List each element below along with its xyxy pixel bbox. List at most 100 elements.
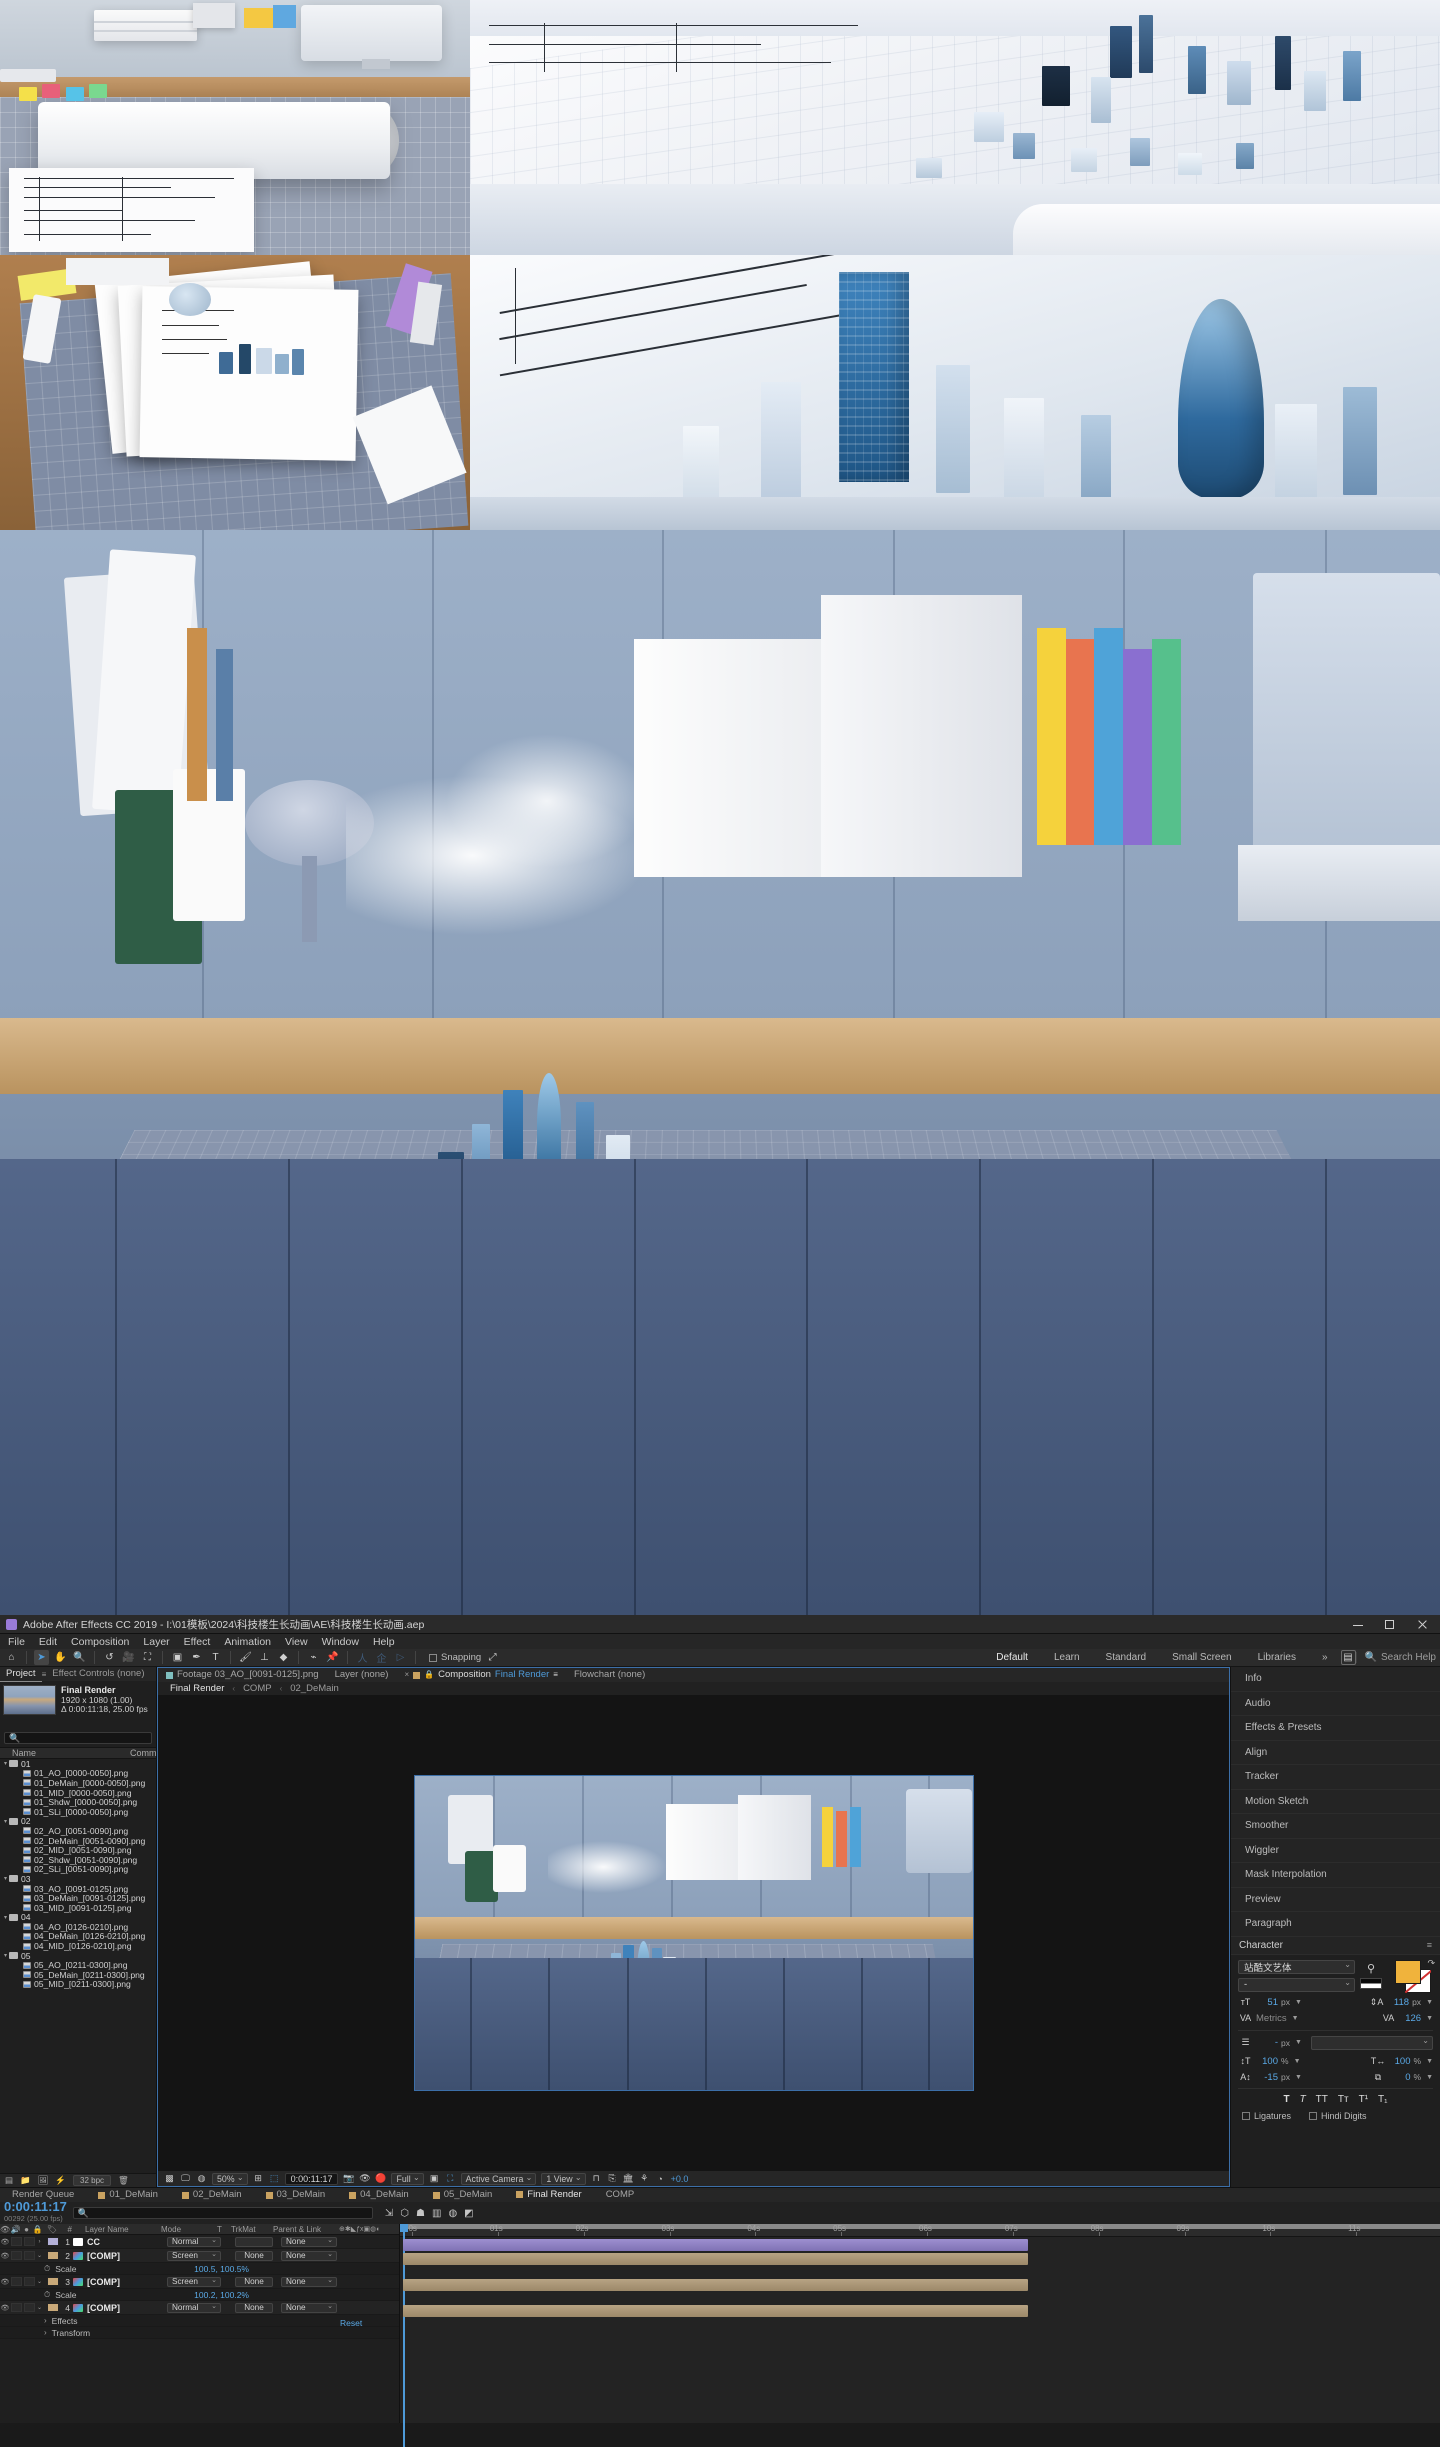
search-help[interactable]: 🔍 Search Help [1355, 1652, 1436, 1663]
timeline-tab-05-demain[interactable]: 05_DeMain [421, 2188, 505, 2202]
snapping-checkbox[interactable] [429, 1653, 437, 1662]
table-row[interactable]: 👁 ⌄ 3 [COMP] Screen None None [0, 2275, 399, 2289]
menu-item-effect[interactable]: Effect [184, 1636, 211, 1648]
solo-toggle-cell[interactable] [24, 2303, 35, 2312]
home-icon[interactable]: ⌂ [4, 1650, 19, 1665]
hindi-digits-checkbox[interactable]: Hindi Digits [1309, 2111, 1367, 2121]
project-footage-row[interactable]: 02_AO_[0051-0090].png [0, 1826, 156, 1836]
layer-bar[interactable] [403, 2305, 1028, 2317]
frame-blending-icon[interactable]: ▥ [432, 2208, 441, 2219]
twirl-icon[interactable]: ⌄ [36, 2252, 43, 2259]
menu-item-window[interactable]: Window [322, 1636, 359, 1648]
project-footage-row[interactable]: 02_DeMain_[0051-0090].png [0, 1836, 156, 1846]
workspace-tab-small-screen[interactable]: Small Screen [1159, 1649, 1244, 1667]
project-footage-row[interactable]: 05_DeMain_[0211-0300].png [0, 1970, 156, 1980]
grid-guides-icon[interactable]: ⊞ [253, 2173, 264, 2184]
dock-panel-preview[interactable]: Preview [1231, 1887, 1440, 1912]
menu-item-layer[interactable]: Layer [143, 1636, 169, 1648]
timeline-tab-comp[interactable]: COMP [594, 2188, 647, 2202]
dock-panel-smoother[interactable]: Smoother [1231, 1814, 1440, 1839]
timeline-tab-01-demain[interactable]: 01_DeMain [86, 2188, 170, 2202]
project-footage-row[interactable]: 02_SLi_[0051-0090].png [0, 1864, 156, 1874]
timeline-link-icon[interactable]: ⎘ [607, 2173, 618, 2184]
workspace-tab-default[interactable]: Default [983, 1649, 1041, 1667]
twirl-icon[interactable]: ▾ [2, 1875, 9, 1882]
resolution-select[interactable]: Full [391, 2172, 424, 2185]
show-snapshot-icon[interactable]: 👁 [359, 2173, 370, 2184]
label-color-swatch[interactable] [47, 2277, 59, 2286]
column-layer-name[interactable]: Layer Name [75, 2225, 161, 2234]
workspace-tab-standard[interactable]: Standard [1093, 1649, 1160, 1667]
type-tool[interactable]: T [208, 1650, 223, 1665]
bit-depth-button[interactable]: 32 bpc [73, 2175, 112, 2186]
parent-link-select[interactable]: None [281, 2236, 337, 2247]
blend-mode-select[interactable]: Screen [167, 2276, 221, 2287]
tab-project[interactable]: Project [0, 1667, 42, 1682]
audio-toggle-cell[interactable] [11, 2303, 22, 2312]
region-of-interest-icon[interactable]: ⬚ [269, 2173, 280, 2184]
eyedropper-icon[interactable]: ⚲ [1367, 1962, 1375, 1975]
transparency-grid-icon[interactable]: ▣ [429, 2173, 440, 2184]
dock-panel-info[interactable]: Info [1231, 1667, 1440, 1692]
project-folder-row[interactable]: ▾ 05 [0, 1951, 156, 1961]
fill-color-swatch[interactable] [1395, 1959, 1421, 1984]
mask-icon[interactable]: ◍ [196, 2173, 207, 2184]
twirl-icon[interactable]: ⌄ [36, 2278, 43, 2285]
tab-footage[interactable]: Footage 03_AO_[0091-0125].png [158, 1668, 327, 1682]
puppet-overlap-icon[interactable]: ▷ [393, 1650, 408, 1665]
project-footage-row[interactable]: 01_DeMain_[0000-0050].png [0, 1778, 156, 1788]
project-footage-row[interactable]: 03_MID_[0091-0125].png [0, 1903, 156, 1913]
snapping-toggle[interactable]: Snapping [429, 1652, 481, 1663]
italic-button[interactable]: T [1300, 2094, 1306, 2105]
small-caps-button[interactable]: Tт [1338, 2094, 1349, 2105]
timeline-search-input[interactable]: 🔍 [72, 2207, 373, 2219]
project-footage-row[interactable]: 05_AO_[0211-0300].png [0, 1960, 156, 1970]
timeline-current-time[interactable]: 0:00:11:17 00292 (25.00 fps) [4, 2200, 67, 2225]
project-footage-row[interactable]: 02_MID_[0051-0090].png [0, 1845, 156, 1855]
layer-bar[interactable] [403, 2279, 1028, 2291]
track-matte-select[interactable]: None [235, 2250, 273, 2261]
hide-shy-layers-icon[interactable]: ☗ [416, 2208, 425, 2219]
table-row[interactable]: 👁 › 1 CC Normal None [0, 2235, 399, 2249]
brush-tool[interactable]: 🖌 [238, 1650, 253, 1665]
project-search-input[interactable]: 🔍 [4, 1732, 152, 1744]
audio-toggle-cell[interactable] [11, 2277, 22, 2286]
puppet-pin-tool[interactable]: 📌 [325, 1650, 340, 1665]
3d-renderer-icon[interactable]: ⛶ [445, 2173, 456, 2184]
chevron-down-icon[interactable]: ▼ [1426, 2058, 1433, 2065]
project-footage-row[interactable]: 04_MID_[0126-0210].png [0, 1941, 156, 1951]
timeline-tab-04-demain[interactable]: 04_DeMain [337, 2188, 421, 2202]
chevron-down-icon[interactable]: ▼ [1295, 2074, 1302, 2081]
tsume-value[interactable]: 0 [1389, 2072, 1410, 2083]
camera-tool[interactable]: 🎥 [121, 1650, 136, 1665]
new-folder-icon[interactable]: 📁 [20, 2175, 31, 2186]
layer-property-row[interactable]: ⏱ Scale 100.2, 100.2% [0, 2289, 399, 2301]
chevron-down-icon[interactable]: ▼ [1295, 1999, 1302, 2006]
project-folder-row[interactable]: ▾ 02 [0, 1816, 156, 1826]
project-folder-row[interactable]: ▾ 01 [0, 1759, 156, 1769]
snapping-arrow-icon[interactable]: ⤢ [485, 1650, 500, 1665]
column-mode[interactable]: Mode [161, 2225, 217, 2234]
menu-item-composition[interactable]: Composition [71, 1636, 129, 1648]
twirl-icon[interactable]: ⌄ [36, 2304, 43, 2311]
kerning-value[interactable]: Metrics [1256, 2013, 1287, 2024]
layer-property-row[interactable]: ⏱ Scale 100.5, 100.5% [0, 2263, 399, 2275]
project-footage-row[interactable]: 01_AO_[0000-0050].png [0, 1768, 156, 1778]
blend-mode-select[interactable]: Normal [167, 2236, 221, 2247]
table-row[interactable]: 👁 ⌄ 4 [COMP] Normal None None [0, 2301, 399, 2315]
project-folder-row[interactable]: ▾ 03 [0, 1874, 156, 1884]
audio-toggle-cell[interactable] [11, 2251, 22, 2260]
leading-value[interactable]: 118 [1387, 1997, 1409, 2008]
chevron-down-icon[interactable]: ▼ [1426, 2074, 1433, 2081]
parent-link-select[interactable]: None [281, 2276, 337, 2287]
dock-panel-tracker[interactable]: Tracker [1231, 1765, 1440, 1790]
stopwatch-icon[interactable]: ⏱ [44, 2290, 50, 2300]
dock-panel-wiggler[interactable]: Wiggler [1231, 1838, 1440, 1863]
project-item-list[interactable]: ▾ 01 01_AO_[0000-0050].png 01_DeMain_[0000-… [0, 1759, 156, 2173]
project-footage-row[interactable]: 01_Shdw_[0000-0050].png [0, 1797, 156, 1807]
lock-icon[interactable]: 🔒 [424, 1668, 434, 1682]
parent-link-select[interactable]: None [281, 2302, 337, 2313]
zoom-tool[interactable]: 🔍 [72, 1650, 87, 1665]
project-footage-row[interactable]: 04_DeMain_[0126-0210].png [0, 1931, 156, 1941]
project-footage-row[interactable]: 03_DeMain_[0091-0125].png [0, 1893, 156, 1903]
